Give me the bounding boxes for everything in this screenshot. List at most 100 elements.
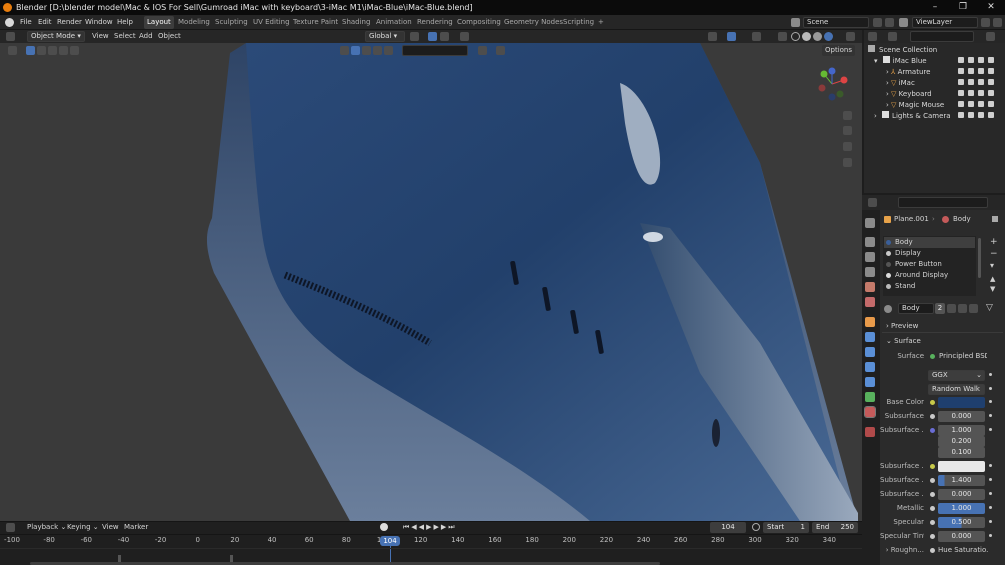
keyframe-dot[interactable] bbox=[989, 520, 992, 523]
outliner-filter-icon[interactable] bbox=[986, 32, 995, 41]
camera-view-icon[interactable] bbox=[843, 142, 852, 151]
current-frame-field[interactable]: 104 bbox=[710, 522, 746, 533]
snap-icon[interactable] bbox=[428, 32, 437, 41]
scene-field[interactable]: Scene bbox=[803, 17, 869, 28]
ortho-grid-icon[interactable] bbox=[843, 158, 852, 167]
playback-controls[interactable]: ⏮◀◀▶▶▶⏭ bbox=[403, 522, 457, 533]
specular-value[interactable]: 0.500 bbox=[938, 517, 985, 528]
move-down-icon[interactable]: ▼ bbox=[990, 286, 995, 293]
roughness-link-field[interactable]: Hue Saturatio... bbox=[936, 545, 988, 556]
options-button[interactable]: Options bbox=[822, 45, 856, 56]
close-button[interactable]: ✕ bbox=[977, 0, 1005, 15]
constraints-tab-icon[interactable] bbox=[865, 377, 875, 387]
duplicate-material-icon[interactable] bbox=[958, 304, 967, 313]
mode-selector[interactable]: Object Mode ▾ bbox=[27, 31, 85, 42]
preview-panel-header[interactable]: › Preview bbox=[884, 321, 918, 332]
pan-hand-icon[interactable] bbox=[843, 126, 852, 135]
browse-material-icon[interactable] bbox=[884, 305, 892, 313]
keyframe-dot[interactable] bbox=[989, 414, 992, 417]
subsurface-value[interactable]: 0.000 bbox=[938, 411, 985, 422]
visibility-toggles[interactable] bbox=[958, 100, 1002, 111]
select-invert-icon[interactable] bbox=[59, 46, 68, 55]
add-workspace-button[interactable]: + bbox=[595, 16, 607, 29]
visibility-toggles[interactable] bbox=[958, 67, 1002, 78]
material-slot-display[interactable]: Display bbox=[884, 248, 975, 259]
keyframe-dot[interactable] bbox=[989, 492, 992, 495]
tab-compositing[interactable]: Compositing bbox=[454, 16, 504, 29]
material-slot-around-display[interactable]: Around Display bbox=[884, 270, 975, 281]
subsurface-color-swatch[interactable] bbox=[938, 461, 985, 472]
object-type-icon[interactable] bbox=[340, 46, 349, 55]
select-subtract-icon[interactable] bbox=[48, 46, 57, 55]
texture-tab-icon[interactable] bbox=[865, 427, 875, 437]
material-tab-icon[interactable] bbox=[864, 406, 876, 418]
tab-uv-editing[interactable]: UV Editing bbox=[250, 16, 293, 29]
menu-help[interactable]: Help bbox=[117, 15, 133, 30]
keyframe-dot[interactable] bbox=[989, 428, 992, 431]
start-frame-field[interactable]: Start 1 bbox=[763, 522, 809, 533]
world-tab-icon[interactable] bbox=[865, 297, 875, 307]
rendered-shading-icon[interactable] bbox=[824, 32, 833, 41]
view-menu[interactable]: View bbox=[92, 31, 109, 42]
select-extend-icon[interactable] bbox=[37, 46, 46, 55]
minimize-button[interactable]: – bbox=[921, 0, 949, 15]
pivot-icon[interactable] bbox=[410, 32, 419, 41]
gizmo-icon[interactable] bbox=[727, 32, 736, 41]
view-menu-timeline[interactable]: View bbox=[102, 522, 119, 533]
menu-render[interactable]: Render bbox=[57, 15, 82, 30]
expand-arrow[interactable]: › bbox=[874, 112, 877, 120]
expand-arrow[interactable]: › bbox=[886, 79, 889, 87]
menu-file[interactable]: File bbox=[20, 15, 32, 30]
keyframe-dot[interactable] bbox=[989, 506, 992, 509]
transform-orientation[interactable]: Global ▾ bbox=[365, 31, 405, 42]
subsurface-radius-x[interactable]: 1.000 bbox=[938, 425, 985, 436]
properties-search-input[interactable] bbox=[898, 197, 988, 208]
3d-viewport[interactable] bbox=[0, 43, 862, 521]
outliner-row-armature[interactable]: › ⅄ Armature bbox=[886, 67, 930, 78]
subsurface-radius-z[interactable]: 0.100 bbox=[938, 447, 985, 458]
pin-icon[interactable] bbox=[992, 216, 998, 222]
new-scene-icon[interactable] bbox=[873, 18, 882, 27]
subsurface-method-dropdown[interactable]: Random Walk⌄ bbox=[928, 384, 985, 395]
keyframe-dot[interactable] bbox=[989, 387, 992, 390]
subsurface-anisotropy-value[interactable]: 0.000 bbox=[938, 489, 985, 500]
material-name-field[interactable]: Body bbox=[898, 303, 934, 314]
tab-sculpting[interactable]: Sculpting bbox=[212, 16, 251, 29]
keyframe-dot[interactable] bbox=[989, 464, 992, 467]
outliner-row-lights-camera[interactable]: › Lights & Camera bbox=[874, 111, 951, 122]
visibility-icon[interactable] bbox=[708, 32, 717, 41]
viewport-search-input[interactable] bbox=[402, 45, 468, 56]
move-up-icon[interactable]: ▲ bbox=[990, 276, 995, 283]
xray-icon[interactable] bbox=[778, 32, 787, 41]
visibility-toggles[interactable] bbox=[958, 89, 1002, 100]
tab-texture-paint[interactable]: Texture Paint bbox=[290, 16, 341, 29]
timeline-editor-icon[interactable] bbox=[6, 523, 15, 532]
filter-light-icon[interactable] bbox=[384, 46, 393, 55]
add-slot-button[interactable]: + bbox=[990, 238, 998, 247]
snap-target-icon[interactable] bbox=[440, 32, 449, 41]
subsurface-ior-value[interactable]: 1.400 bbox=[938, 475, 985, 486]
record-icon[interactable] bbox=[380, 523, 388, 531]
select-box-icon[interactable] bbox=[26, 46, 35, 55]
output-tab-icon[interactable] bbox=[865, 252, 875, 262]
material-slot-body[interactable]: Body bbox=[884, 237, 975, 248]
object-tab-icon[interactable] bbox=[865, 317, 875, 327]
zoom-icon[interactable] bbox=[843, 111, 852, 120]
tab-geometry-nodes[interactable]: Geometry Nodes bbox=[501, 16, 566, 29]
visibility-toggles[interactable] bbox=[958, 78, 1002, 89]
pause-render-icon[interactable] bbox=[846, 32, 855, 41]
expand-arrow[interactable]: ▾ bbox=[874, 57, 878, 65]
keying-menu[interactable]: Keying ⌄ bbox=[67, 522, 99, 533]
remove-slot-button[interactable]: − bbox=[990, 250, 998, 259]
properties-editor-icon[interactable] bbox=[868, 198, 877, 207]
distribution-dropdown[interactable]: GGX ⌄ bbox=[928, 370, 985, 381]
render-tab-icon[interactable] bbox=[865, 237, 875, 247]
subsurface-radius-y[interactable]: 0.200 bbox=[938, 436, 985, 447]
tab-rendering[interactable]: Rendering bbox=[414, 16, 456, 29]
material-shading-icon[interactable] bbox=[813, 32, 822, 41]
roughness-label[interactable]: › Roughn... bbox=[880, 545, 924, 556]
outliner-row-imac-blue[interactable]: ▾ iMac Blue bbox=[874, 56, 927, 67]
playback-menu[interactable]: Playback ⌄ bbox=[27, 522, 66, 533]
metallic-value[interactable]: 1.000 bbox=[938, 503, 985, 514]
expand-arrow[interactable]: › bbox=[886, 101, 889, 109]
